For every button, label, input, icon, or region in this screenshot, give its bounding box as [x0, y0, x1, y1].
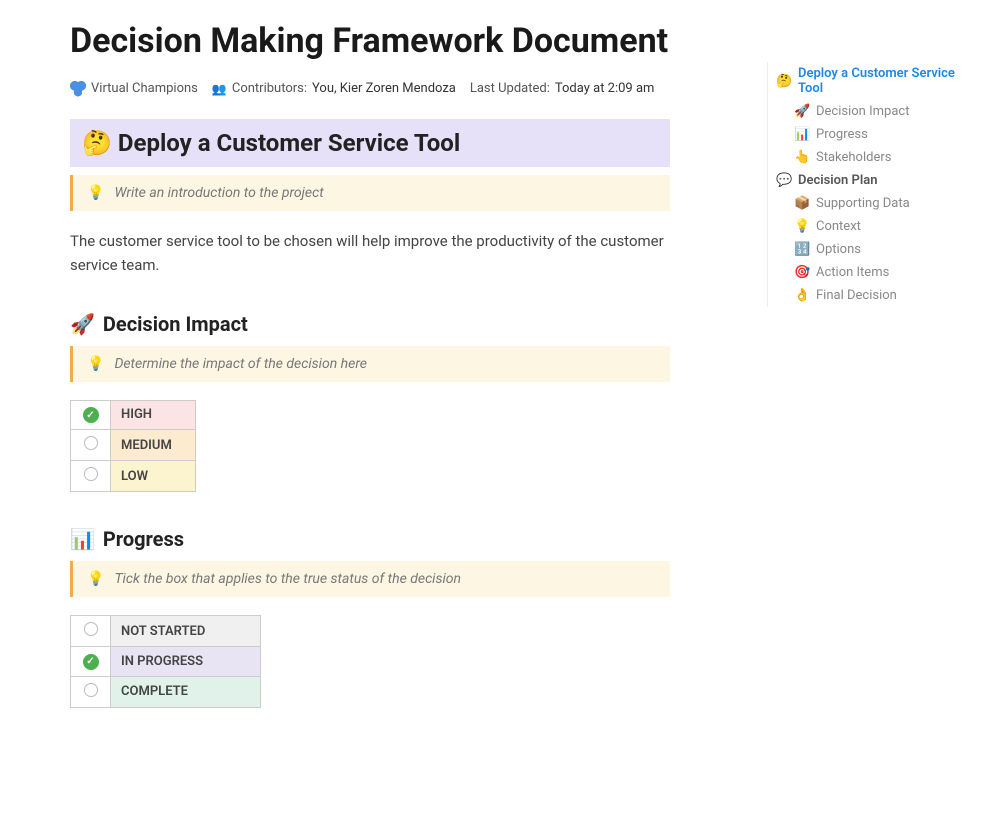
deploy-section-banner: 🤔 Deploy a Customer Service Tool	[70, 119, 670, 167]
table-of-contents: 🤔 Deploy a Customer Service Tool 🚀 Decis…	[767, 62, 982, 307]
updated-label: Last Updated:	[470, 81, 550, 96]
radio-empty-icon	[84, 467, 98, 481]
impact-medium-radio[interactable]	[71, 430, 111, 461]
toc-label: Decision Plan	[798, 173, 878, 188]
toc-label: Stakeholders	[816, 150, 891, 165]
table-row: COMPLETE	[71, 676, 261, 707]
toc-label: Final Decision	[816, 288, 897, 303]
table-row: ✓ HIGH	[71, 400, 196, 430]
impact-low-label: LOW	[111, 461, 196, 492]
progress-tip: 💡 Tick the box that applies to the true …	[70, 561, 670, 597]
rocket-emoji-icon: 🚀	[70, 312, 95, 336]
deploy-tip-text: Write an introduction to the project	[114, 185, 323, 201]
thinking-emoji-icon: 🤔	[776, 74, 792, 89]
contributors-chip[interactable]: 👥 Contributors: You, Kier Zoren Mendoza	[212, 81, 456, 96]
progress-notstarted-radio[interactable]	[71, 616, 111, 647]
impact-tip-text: Determine the impact of the decision her…	[114, 356, 367, 372]
radio-empty-icon	[84, 622, 98, 636]
workspace-icon	[70, 81, 86, 97]
contributors-value: You, Kier Zoren Mendoza	[312, 81, 456, 96]
check-icon: ✓	[83, 407, 99, 423]
chart-emoji-icon: 📊	[70, 527, 95, 551]
impact-high-radio[interactable]: ✓	[71, 400, 111, 430]
chart-emoji-icon: 📊	[794, 127, 810, 142]
toc-label: Action Items	[816, 265, 889, 280]
toc-item-supporting-data[interactable]: 📦 Supporting Data	[772, 192, 982, 215]
rocket-emoji-icon: 🚀	[794, 104, 810, 119]
progress-complete-radio[interactable]	[71, 676, 111, 707]
last-updated-chip: Last Updated: Today at 2:09 am	[470, 81, 655, 96]
progress-heading: 📊 Progress	[70, 527, 670, 551]
toc-item-action-items[interactable]: 🎯 Action Items	[772, 261, 982, 284]
progress-inprogress-radio[interactable]: ✓	[71, 647, 111, 677]
toc-label: Progress	[816, 127, 868, 142]
speech-emoji-icon: 💬	[776, 173, 792, 188]
toc-item-options[interactable]: 🔢 Options	[772, 238, 982, 261]
deploy-body[interactable]: The customer service tool to be chosen w…	[70, 229, 670, 277]
main-content: Decision Making Framework Document Virtu…	[0, 0, 720, 763]
check-icon: ✓	[83, 654, 99, 670]
ok-emoji-icon: 👌	[794, 288, 810, 303]
numbers-emoji-icon: 🔢	[794, 242, 810, 257]
progress-complete-label: COMPLETE	[111, 676, 261, 707]
contributors-label: Contributors:	[232, 81, 307, 96]
radio-empty-icon	[84, 683, 98, 697]
workspace-chip[interactable]: Virtual Champions	[70, 81, 198, 97]
impact-heading: 🚀 Decision Impact	[70, 312, 670, 336]
toc-label: Supporting Data	[816, 196, 910, 211]
updated-value: Today at 2:09 am	[555, 81, 655, 96]
progress-inprogress-label: IN PROGRESS	[111, 647, 261, 677]
bulb-icon: 💡	[87, 356, 104, 372]
deploy-title: Deploy a Customer Service Tool	[118, 129, 460, 157]
bulb-emoji-icon: 💡	[794, 219, 810, 234]
workspace-name: Virtual Champions	[91, 81, 198, 96]
impact-tip: 💡 Determine the impact of the decision h…	[70, 346, 670, 382]
radio-empty-icon	[84, 436, 98, 450]
toc-label: Decision Impact	[816, 104, 909, 119]
impact-medium-label: MEDIUM	[111, 430, 196, 461]
toc-item-final-decision[interactable]: 👌 Final Decision	[772, 284, 982, 307]
progress-table: NOT STARTED ✓ IN PROGRESS COMPLETE	[70, 615, 261, 708]
impact-high-label: HIGH	[111, 400, 196, 430]
toc-label: Options	[816, 242, 861, 257]
table-row: ✓ IN PROGRESS	[71, 647, 261, 677]
progress-notstarted-label: NOT STARTED	[111, 616, 261, 647]
progress-tip-text: Tick the box that applies to the true st…	[114, 571, 461, 587]
table-row: NOT STARTED	[71, 616, 261, 647]
toc-item-progress[interactable]: 📊 Progress	[772, 123, 982, 146]
toc-item-context[interactable]: 💡 Context	[772, 215, 982, 238]
box-emoji-icon: 📦	[794, 196, 810, 211]
bulb-icon: 💡	[87, 185, 104, 201]
thinking-emoji-icon: 🤔	[82, 129, 112, 157]
toc-item-stakeholders[interactable]: 👆 Stakeholders	[772, 146, 982, 169]
deploy-tip: 💡 Write an introduction to the project	[70, 175, 670, 211]
table-row: LOW	[71, 461, 196, 492]
table-row: MEDIUM	[71, 430, 196, 461]
impact-low-radio[interactable]	[71, 461, 111, 492]
toc-label: Deploy a Customer Service Tool	[798, 66, 980, 96]
page-title: Decision Making Framework Document	[70, 20, 670, 63]
toc-item-impact[interactable]: 🚀 Decision Impact	[772, 100, 982, 123]
toc-item-deploy[interactable]: 🤔 Deploy a Customer Service Tool	[772, 62, 982, 100]
toc-item-decision-plan[interactable]: 💬 Decision Plan	[772, 169, 982, 192]
progress-title: Progress	[103, 527, 184, 551]
people-icon: 👥	[212, 82, 227, 96]
bulb-icon: 💡	[87, 571, 104, 587]
target-emoji-icon: 🎯	[794, 265, 810, 280]
toc-label: Context	[816, 219, 861, 234]
pointing-emoji-icon: 👆	[794, 150, 810, 165]
impact-title: Decision Impact	[103, 312, 248, 336]
impact-table: ✓ HIGH MEDIUM LOW	[70, 400, 196, 493]
meta-row: Virtual Champions 👥 Contributors: You, K…	[70, 81, 670, 97]
